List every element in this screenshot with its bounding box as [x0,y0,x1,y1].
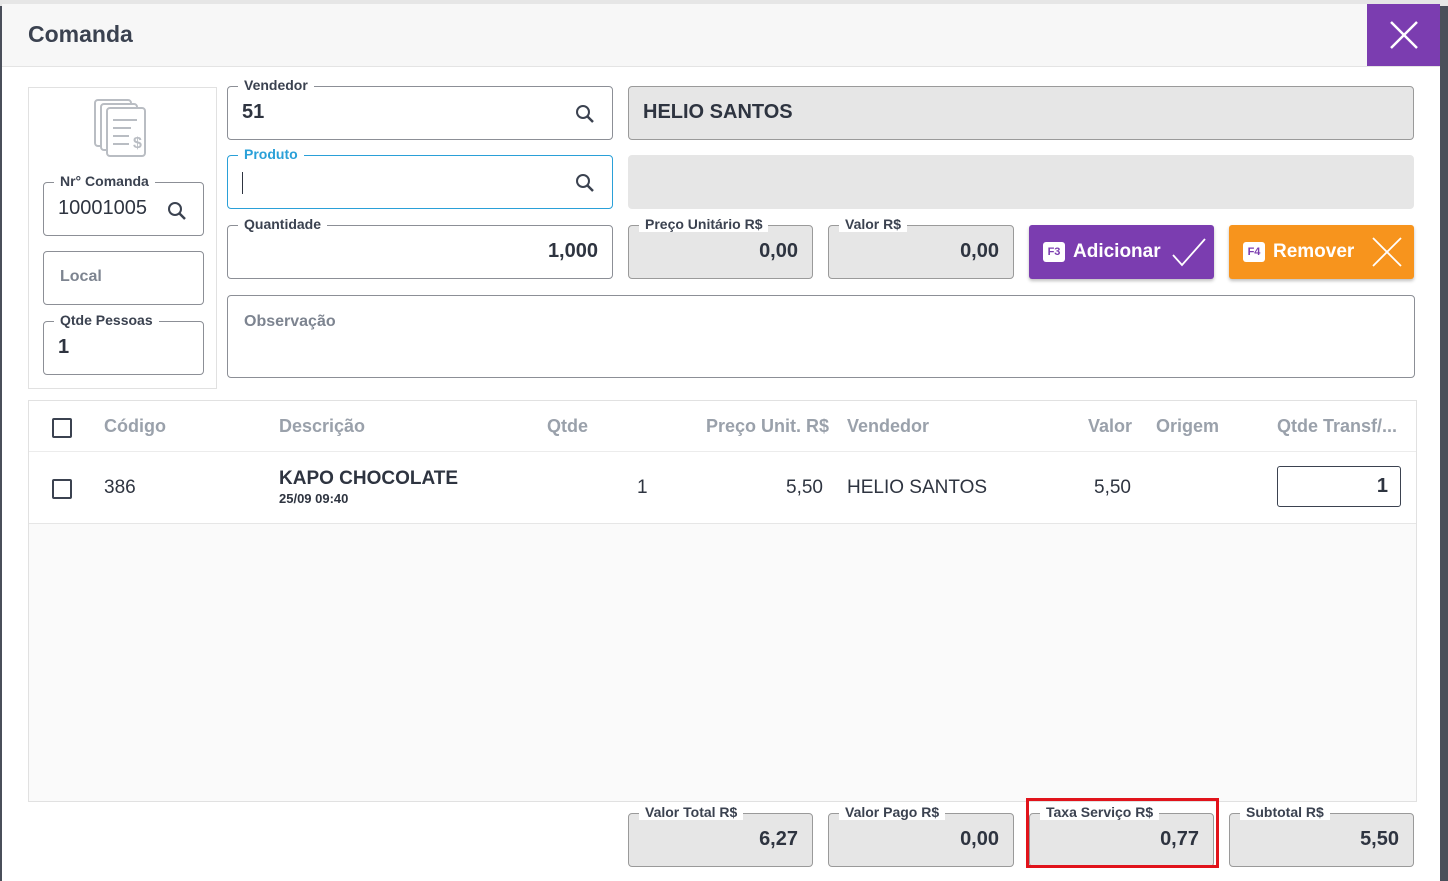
table-row[interactable]: 386 KAPO CHOCOLATE 25/09 09:40 1 5,50 HE… [29,452,1416,524]
adicionar-label: Adicionar [1073,241,1161,262]
text-cursor [242,172,243,194]
quantidade-field[interactable]: Quantidade 1,000 [227,216,613,279]
local-field[interactable]: Local [43,251,204,305]
valor-pago-value: 0,00 [960,828,999,850]
valor-total-field: Valor Total R$ 6,27 [628,804,813,867]
produto-label: Produto [238,146,304,162]
vendedor-label: Vendedor [238,77,314,93]
observacao-field[interactable]: Observação [227,295,1415,378]
column-header-descricao[interactable]: Descrição [279,416,365,437]
search-icon[interactable] [574,103,596,125]
preco-unitario-field: Preço Unitário R$ 0,00 [628,216,813,279]
column-header-origem[interactable]: Origem [1156,416,1219,437]
row-descricao: KAPO CHOCOLATE [279,468,459,489]
column-header-qtde-transf[interactable]: Qtde Transf/... [1277,416,1397,437]
search-icon[interactable] [574,172,596,194]
row-valor: 5,50 [1094,477,1131,498]
subtotal-value: 5,50 [1360,828,1399,850]
select-all-checkbox[interactable] [52,418,72,438]
column-header-preco[interactable]: Preço Unit. R$ [706,416,829,437]
check-icon [1171,238,1206,267]
valor-value: 0,00 [960,240,999,262]
row-datahora: 25/09 09:40 [279,491,349,506]
vendedor-value: 51 [242,101,265,123]
column-header-valor[interactable]: Valor [1088,416,1132,437]
document-money-icon: $ [94,99,146,157]
valor-label: Valor R$ [839,216,908,232]
quantidade-label: Quantidade [238,216,328,232]
valor-total-value: 6,27 [759,828,798,850]
subtotal-field: Subtotal R$ 5,50 [1229,804,1414,867]
taxa-servico-value: 0,77 [1160,828,1199,850]
preco-unitario-label: Preço Unitário R$ [639,216,769,232]
comanda-info-panel: $ Nr° Comanda 10001005 Local Qtde Pessoa… [28,87,217,389]
remover-shortcut: F4 [1243,242,1265,262]
comanda-number-field[interactable]: Nr° Comanda 10001005 [43,173,204,236]
valor-pago-field: Valor Pago R$ 0,00 [828,804,1014,867]
modal-header: Comanda [2,4,1440,67]
row-vendedor: HELIO SANTOS [847,477,988,498]
valor-field: Valor R$ 0,00 [828,216,1014,279]
comanda-number-value: 10001005 [58,197,147,219]
observacao-placeholder: Observação [244,313,336,330]
close-button[interactable] [1367,4,1440,66]
valor-pago-label: Valor Pago R$ [839,804,946,820]
taxa-servico-label: Taxa Serviço R$ [1040,804,1160,820]
items-table: Código Descrição Qtde Preço Unit. R$ Ven… [28,400,1417,802]
vendedor-name-display: HELIO SANTOS [628,86,1414,140]
row-preco: 5,50 [786,477,823,498]
pessoas-label: Qtde Pessoas [54,312,159,328]
column-header-qtde[interactable]: Qtde [547,416,588,437]
subtotal-label: Subtotal R$ [1240,804,1330,820]
x-icon [1372,237,1402,267]
table-header: Código Descrição Qtde Preço Unit. R$ Ven… [29,401,1416,452]
row-qtde-transf-input[interactable]: 1 [1277,466,1401,507]
modal-title: Comanda [28,21,133,47]
comanda-modal: Comanda $ Nr° Comanda 10001005 Local Qtd… [2,4,1440,881]
preco-unitario-value: 0,00 [759,240,798,262]
column-header-codigo[interactable]: Código [104,416,166,437]
pessoas-field[interactable]: Qtde Pessoas 1 [43,312,204,375]
produto-description-display [628,155,1414,209]
remover-label: Remover [1273,241,1355,262]
comanda-number-label: Nr° Comanda [54,173,155,189]
valor-total-label: Valor Total R$ [639,804,744,820]
column-header-vendedor[interactable]: Vendedor [847,416,929,437]
adicionar-shortcut: F3 [1043,242,1065,262]
pessoas-value: 1 [58,336,70,358]
local-placeholder: Local [60,268,102,285]
remover-button[interactable]: F4 Remover [1229,225,1414,279]
row-checkbox[interactable] [52,479,72,499]
vendedor-field[interactable]: Vendedor 51 [227,77,613,140]
search-icon[interactable] [166,200,188,222]
produto-field[interactable]: Produto [227,146,613,209]
close-icon [1389,21,1418,49]
row-qtde: 1 [637,477,648,498]
vendedor-name: HELIO SANTOS [643,101,793,123]
adicionar-button[interactable]: F3 Adicionar [1029,225,1214,279]
taxa-servico-field: Taxa Serviço R$ 0,77 [1029,804,1214,867]
quantidade-value: 1,000 [547,240,598,262]
svg-text:$: $ [133,135,142,152]
row-codigo: 386 [104,477,136,498]
